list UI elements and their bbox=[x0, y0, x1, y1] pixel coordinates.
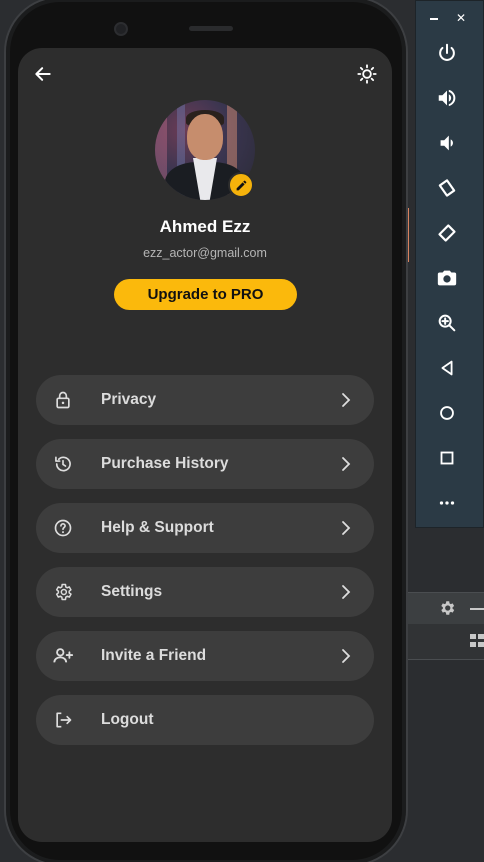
more-icon[interactable] bbox=[433, 489, 461, 517]
home-circle-icon[interactable] bbox=[433, 399, 461, 427]
menu-item-settings[interactable]: Settings bbox=[36, 567, 374, 617]
profile-avatar[interactable] bbox=[155, 100, 255, 200]
minimize-icon[interactable] bbox=[430, 18, 438, 20]
overview-square-icon[interactable] bbox=[433, 444, 461, 472]
ide-gear-icon[interactable] bbox=[438, 599, 456, 622]
rotate-right-icon[interactable] bbox=[433, 219, 461, 247]
chevron-right-icon bbox=[334, 452, 358, 476]
menu-item-help-support[interactable]: Help & Support bbox=[36, 503, 374, 553]
profile-name: Ahmed Ezz bbox=[159, 217, 251, 236]
arrow-back-icon[interactable] bbox=[31, 62, 55, 86]
menu-item-label: Logout bbox=[101, 711, 154, 728]
ide-layout-icon[interactable] bbox=[470, 634, 484, 648]
person-add-icon bbox=[51, 644, 75, 668]
chevron-right-icon bbox=[334, 644, 358, 668]
menu-item-label: Settings bbox=[101, 583, 163, 600]
chevron-right-icon bbox=[334, 580, 358, 604]
volume-up-icon[interactable] bbox=[433, 84, 461, 112]
upgrade-pro-button[interactable]: Upgrade to PRO bbox=[114, 279, 297, 310]
ide-row bbox=[408, 624, 484, 660]
lock-icon bbox=[51, 388, 75, 412]
profile-email: ezz_actor@gmail.com bbox=[143, 246, 267, 260]
camera-icon[interactable] bbox=[433, 264, 461, 292]
ide-toolbar bbox=[408, 592, 484, 624]
emulator-controls-panel: ✕ bbox=[415, 0, 484, 528]
power-icon[interactable] bbox=[433, 39, 461, 67]
profile-screen: Ahmed Ezz ezz_actor@gmail.com Upgrade to… bbox=[18, 48, 392, 842]
chevron-right-icon bbox=[334, 516, 358, 540]
rotate-left-icon[interactable] bbox=[433, 174, 461, 202]
help-circle-icon bbox=[51, 516, 75, 540]
edit-pencil-icon[interactable] bbox=[228, 172, 254, 198]
brightness-icon[interactable] bbox=[355, 62, 379, 86]
ide-minimize-icon[interactable] bbox=[470, 608, 484, 610]
history-icon bbox=[51, 452, 75, 476]
menu-item-privacy[interactable]: Privacy bbox=[36, 375, 374, 425]
volume-down-icon[interactable] bbox=[433, 129, 461, 157]
menu-item-purchase-history[interactable]: Purchase History bbox=[36, 439, 374, 489]
menu-item-label: Privacy bbox=[101, 391, 157, 408]
chevron-right-icon bbox=[334, 388, 358, 412]
back-triangle-icon[interactable] bbox=[433, 354, 461, 382]
menu-item-label: Help & Support bbox=[101, 519, 214, 536]
close-icon[interactable]: ✕ bbox=[456, 11, 466, 25]
zoom-icon[interactable] bbox=[433, 309, 461, 337]
menu-item-logout[interactable]: Logout bbox=[36, 695, 374, 745]
earpiece-speaker bbox=[189, 26, 233, 31]
menu-item-label: Invite a Friend bbox=[101, 647, 207, 664]
front-camera bbox=[114, 22, 128, 36]
desktop: ✕ Ahmed Ezz ezz_actor@gmail.com Upgrade … bbox=[0, 0, 484, 862]
menu-item-invite-friend[interactable]: Invite a Friend bbox=[36, 631, 374, 681]
gear-icon bbox=[51, 580, 75, 604]
logout-icon bbox=[51, 708, 75, 732]
menu-item-label: Purchase History bbox=[101, 455, 229, 472]
emulator-window-controls: ✕ bbox=[416, 11, 483, 27]
